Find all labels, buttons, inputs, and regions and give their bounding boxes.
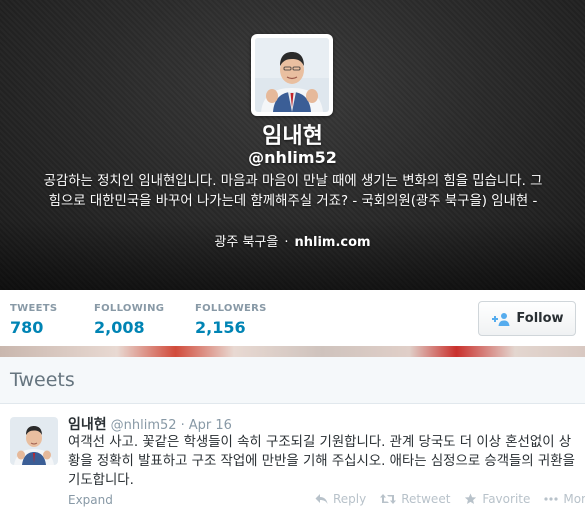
retweet-action[interactable]: Retweet	[380, 492, 450, 506]
stat-followers-label: FOLLOWERS	[195, 303, 267, 314]
stat-followers[interactable]: FOLLOWERS 2,156	[195, 303, 267, 337]
retweet-label: Retweet	[401, 492, 451, 506]
reply-label: Reply	[333, 492, 367, 506]
tweet-separator: ·	[180, 418, 185, 433]
tweet-avatar[interactable]	[10, 417, 58, 465]
tweets-section-title: Tweets	[10, 369, 75, 391]
profile-url-link[interactable]: nhlim.com	[294, 235, 370, 250]
retweet-icon	[380, 494, 397, 504]
follow-button-label: Follow	[516, 311, 564, 326]
tweet-expand-link[interactable]: Expand	[68, 493, 113, 507]
follow-person-plus-icon	[492, 312, 510, 326]
stat-following-value: 2,008	[94, 318, 145, 337]
stat-following[interactable]: FOLLOWING 2,008	[94, 303, 164, 337]
tweet-author-handle[interactable]: @nhlim52	[111, 418, 177, 433]
tweet-text: 여객선 사고. 꽃같은 학생들이 속히 구조되길 기원합니다. 관계 당국도 더…	[68, 435, 575, 488]
profile-bio: 공감하는 정치인 임내현입니다. 마음과 마음이 만날 때에 생기는 변화의 힘…	[43, 174, 543, 209]
stat-followers-value: 2,156	[195, 318, 246, 337]
favorite-action[interactable]: Favorite	[464, 492, 530, 506]
follow-button[interactable]: Follow	[478, 301, 576, 336]
tweets-section-header: Tweets	[0, 357, 585, 404]
stat-tweets-value: 780	[10, 318, 44, 337]
profile-meta: 광주 북구을 · nhlim.com	[0, 231, 585, 250]
more-dots-icon	[544, 497, 558, 501]
profile-location: 광주 북구을	[214, 235, 279, 250]
avatar-image	[255, 38, 329, 112]
favorite-label: Favorite	[482, 492, 531, 506]
meta-separator: ·	[284, 235, 289, 250]
profile-header: 임내현 @nhlim52 공감하는 정치인 임내현입니다. 마음과 마음이 만날…	[0, 0, 585, 290]
profile-handle: @nhlim52	[248, 148, 337, 167]
stat-tweets[interactable]: TWEETS 780	[10, 303, 57, 337]
more-action[interactable]: More	[544, 492, 585, 506]
tweet-timestamp[interactable]: Apr 16	[189, 418, 232, 433]
reply-action[interactable]: Reply	[315, 492, 366, 506]
stat-tweets-label: TWEETS	[10, 303, 58, 314]
tweet-actions: Reply Retweet Favorite More	[315, 492, 585, 506]
tweet-avatar-image	[10, 417, 58, 465]
photo-strip	[0, 346, 585, 357]
profile-avatar[interactable]	[251, 34, 333, 116]
star-icon	[465, 493, 477, 504]
profile-stats-bar: TWEETS 780 FOLLOWING 2,008 FOLLOWERS 2,1…	[0, 290, 585, 346]
tweet-author-name[interactable]: 임내현	[68, 417, 107, 433]
tweet-item[interactable]: 임내현 @nhlim52 · Apr 16 여객선 사고. 꽃같은 학생들이 속히 구…	[0, 404, 585, 514]
stat-following-label: FOLLOWING	[94, 303, 165, 314]
tweet-header: 임내현 @nhlim52 · Apr 16	[68, 414, 232, 434]
reply-icon	[315, 494, 328, 504]
more-label: More	[563, 492, 585, 506]
profile-name: 임내현	[262, 124, 323, 149]
